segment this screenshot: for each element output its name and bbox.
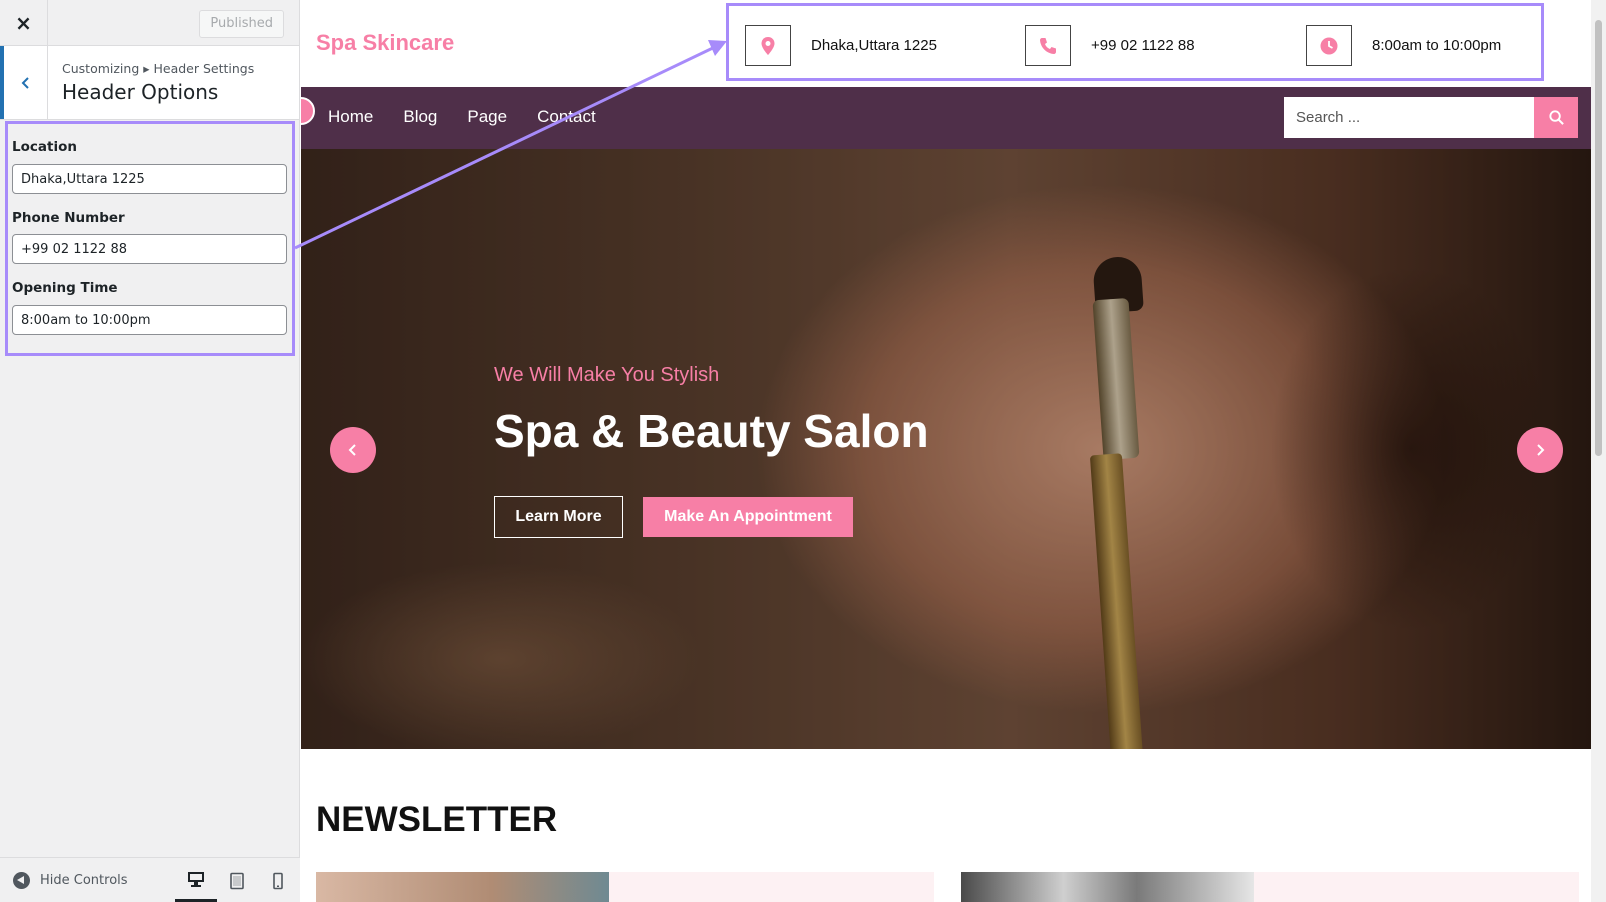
opening-time-label: Opening Time bbox=[12, 280, 118, 296]
search-box bbox=[1284, 97, 1534, 138]
hero-subtitle: We Will Make You Stylish bbox=[494, 364, 720, 386]
publish-button[interactable]: Published bbox=[199, 10, 284, 38]
make-appointment-button[interactable]: Make An Appointment bbox=[643, 497, 853, 537]
header-hours-text: 8:00am to 10:00pm bbox=[1372, 37, 1502, 54]
header-hours: 8:00am to 10:00pm bbox=[1306, 25, 1501, 66]
search-input[interactable] bbox=[1284, 97, 1534, 138]
customizer-sidebar: × Published Customizing ▸ Header Setting… bbox=[0, 0, 300, 902]
page-scrollbar[interactable] bbox=[1591, 0, 1606, 902]
section-title: Header Options bbox=[62, 80, 219, 104]
phone-number-input[interactable] bbox=[12, 234, 287, 264]
phone-number-label: Phone Number bbox=[12, 210, 125, 226]
header-phone-text: +99 02 1122 88 bbox=[1091, 37, 1195, 54]
header-info-highlight: Dhaka,Uttara 1225 +99 02 1122 88 8:00am … bbox=[726, 3, 1544, 81]
nav-badge-icon bbox=[301, 97, 315, 125]
scrollbar-thumb[interactable] bbox=[1595, 20, 1602, 456]
preview-desktop-button[interactable] bbox=[175, 858, 217, 902]
tablet-icon bbox=[230, 872, 244, 889]
preview-mobile-button[interactable] bbox=[257, 858, 299, 902]
newsletter-heading: NEWSLETTER bbox=[316, 800, 558, 839]
site-brand[interactable]: Spa Skincare bbox=[316, 30, 454, 56]
nav-blog[interactable]: Blog bbox=[403, 107, 437, 127]
collapse-icon bbox=[13, 872, 30, 889]
post-card-image bbox=[316, 872, 609, 902]
nav-contact[interactable]: Contact bbox=[537, 107, 596, 127]
header-location: Dhaka,Uttara 1225 bbox=[745, 25, 937, 66]
nav-home[interactable]: Home bbox=[328, 107, 373, 127]
post-card[interactable] bbox=[961, 872, 1579, 902]
slider-next-button[interactable] bbox=[1517, 427, 1563, 473]
mobile-icon bbox=[273, 872, 283, 889]
post-card[interactable] bbox=[316, 872, 934, 902]
nav-page[interactable]: Page bbox=[467, 107, 507, 127]
customizer-header: × Published bbox=[0, 0, 299, 46]
customizer-footer: Hide Controls bbox=[0, 857, 300, 902]
main-nav: Home Blog Page Contact bbox=[301, 87, 1591, 149]
header-location-text: Dhaka,Uttara 1225 bbox=[811, 37, 937, 54]
hide-controls-label: Hide Controls bbox=[40, 873, 128, 888]
hide-controls-button[interactable]: Hide Controls bbox=[13, 872, 128, 889]
chevron-right-icon bbox=[1537, 444, 1545, 456]
search-button[interactable] bbox=[1534, 97, 1578, 138]
desktop-icon bbox=[188, 871, 204, 887]
learn-more-button[interactable]: Learn More bbox=[494, 496, 623, 538]
opening-time-input[interactable] bbox=[12, 305, 287, 335]
hero-slider: We Will Make You Stylish Spa & Beauty Sa… bbox=[301, 149, 1591, 749]
location-pin-icon bbox=[745, 25, 791, 66]
location-input[interactable] bbox=[12, 164, 287, 194]
breadcrumb: Customizing ▸ Header Settings bbox=[62, 61, 255, 76]
chevron-left-icon bbox=[21, 76, 29, 89]
clock-icon bbox=[1306, 25, 1352, 66]
location-label: Location bbox=[12, 139, 77, 155]
close-customizer-button[interactable]: × bbox=[0, 0, 48, 46]
slider-prev-button[interactable] bbox=[330, 427, 376, 473]
header-phone: +99 02 1122 88 bbox=[1025, 25, 1195, 66]
phone-icon bbox=[1025, 25, 1071, 66]
hero-title: Spa & Beauty Salon bbox=[494, 405, 929, 457]
back-button[interactable] bbox=[0, 46, 48, 119]
preview-tablet-button[interactable] bbox=[216, 858, 258, 902]
post-card-image bbox=[961, 872, 1254, 902]
chevron-left-icon bbox=[348, 444, 356, 456]
search-icon bbox=[1548, 110, 1564, 125]
site-preview: Spa Skincare Dhaka,Uttara 1225 +99 02 11… bbox=[301, 0, 1591, 902]
